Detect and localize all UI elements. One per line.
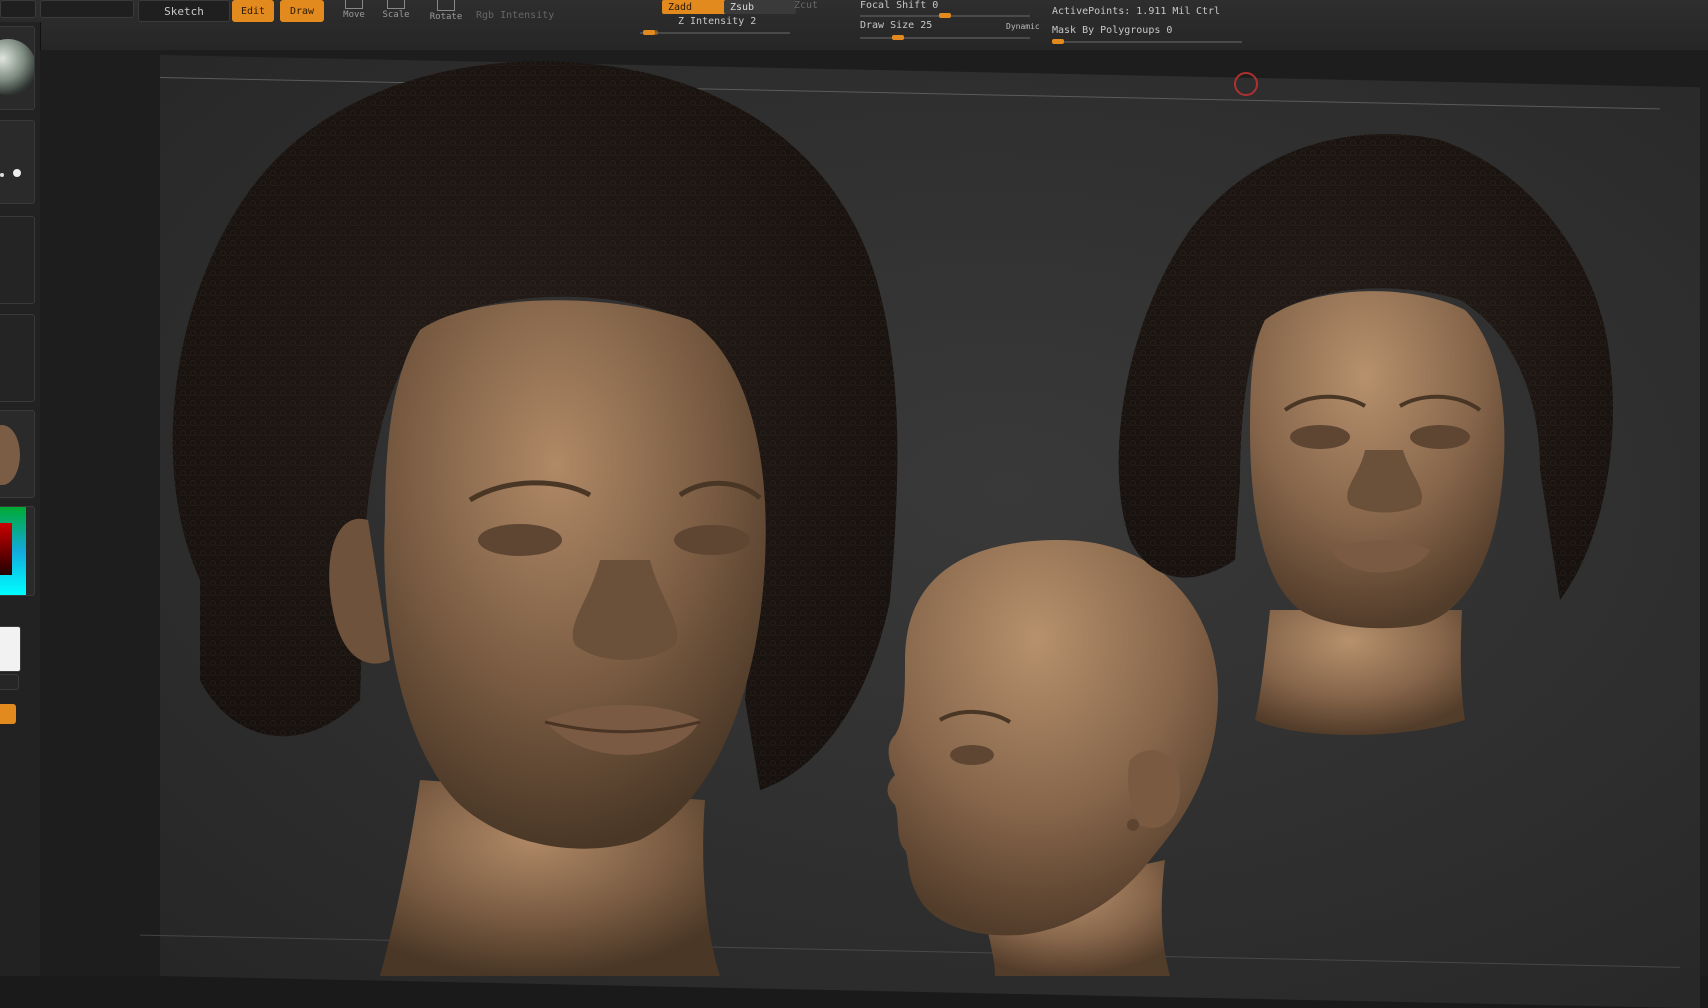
profile-head-earring	[1127, 819, 1139, 831]
front-head-model[interactable]	[172, 61, 898, 976]
right-head-right-eye	[1410, 425, 1470, 449]
profile-head-ear	[1128, 750, 1180, 829]
front-head-left-eye	[478, 524, 562, 556]
front-head-right-eye	[674, 525, 750, 555]
right-head-neck	[1255, 610, 1465, 735]
profile-head-eye	[950, 745, 994, 765]
brush-cursor-icon	[1234, 72, 1258, 96]
profile-head-skull	[887, 540, 1219, 936]
right-head-left-eye	[1290, 425, 1350, 449]
profile-head-model[interactable]	[887, 540, 1219, 976]
sculpt-viewport[interactable]	[0, 0, 1708, 976]
front-head-face	[384, 300, 766, 849]
